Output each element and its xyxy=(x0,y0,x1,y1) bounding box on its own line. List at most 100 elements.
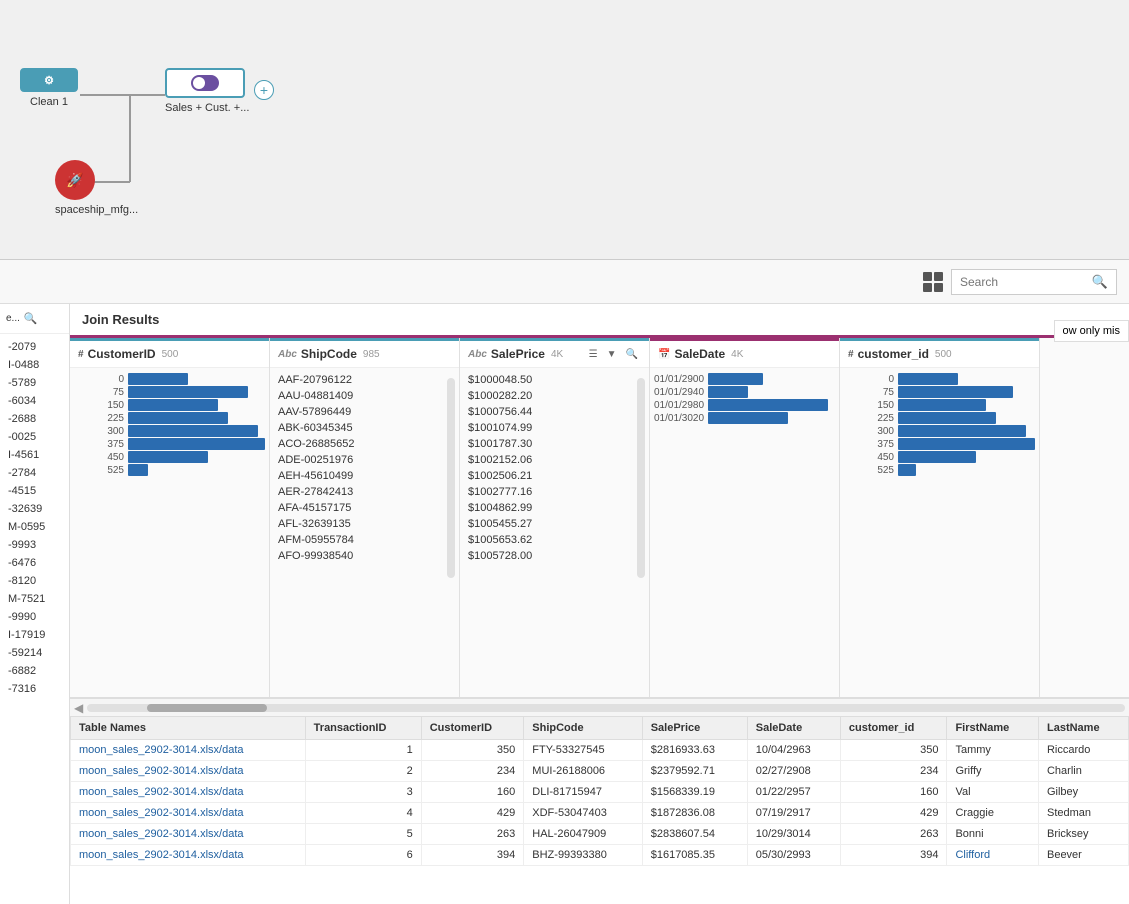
table-cell[interactable]: moon_sales_2902-3014.xlsx/data xyxy=(71,803,306,824)
table-header-transactionid[interactable]: TransactionID xyxy=(305,717,421,740)
table-header-saleprice[interactable]: SalePrice xyxy=(642,717,747,740)
table-cell: 160 xyxy=(840,782,947,803)
col-count-shipcode: 985 xyxy=(363,349,380,360)
table-cell: 10/04/2963 xyxy=(747,740,840,761)
scroll-track[interactable] xyxy=(87,704,1125,712)
table-header-shipcode[interactable]: ShipCode xyxy=(524,717,642,740)
sidebar-item[interactable]: -32639 xyxy=(0,500,69,518)
table-row: moon_sales_2902-3014.xlsx/data4429XDF-53… xyxy=(71,803,1129,824)
col-type-icon-saledate: 📅 xyxy=(658,349,670,360)
table-cell: 01/22/2957 xyxy=(747,782,840,803)
table-cell[interactable]: moon_sales_2902-3014.xlsx/data xyxy=(71,761,306,782)
sidebar-item[interactable]: -6882 xyxy=(0,662,69,680)
sidebar-item[interactable]: -6034 xyxy=(0,392,69,410)
sidebar-item[interactable]: -2079 xyxy=(0,338,69,356)
sidebar-item[interactable]: -4515 xyxy=(0,482,69,500)
sidebar-item[interactable]: -0025 xyxy=(0,428,69,446)
col-count-customerid: 500 xyxy=(162,349,179,360)
sidebar-item[interactable]: -7316 xyxy=(0,680,69,698)
grid-cell-1 xyxy=(923,272,932,281)
sidebar-item[interactable]: M-0595 xyxy=(0,518,69,536)
table-cell: 6 xyxy=(305,845,421,866)
bar-label: 450 xyxy=(74,452,124,463)
table-header-customerid[interactable]: CustomerID xyxy=(421,717,524,740)
table-header-tablenames[interactable]: Table Names xyxy=(71,717,306,740)
table-cell: 1 xyxy=(305,740,421,761)
bar-fill xyxy=(128,438,265,450)
sidebar-item[interactable]: I-4561 xyxy=(0,446,69,464)
col-sort-btn-saleprice[interactable]: ▼ xyxy=(604,348,620,361)
column-card-saledate: 📅SaleDate4K01/01/290001/01/294001/01/298… xyxy=(650,338,840,697)
scroll-left-arrow[interactable]: ◀ xyxy=(74,701,83,715)
table-cell: Stedman xyxy=(1038,803,1128,824)
add-node-button[interactable]: + xyxy=(254,80,274,100)
node-spaceship-label: spaceship_mfg... xyxy=(55,204,138,216)
bar-fill xyxy=(898,425,1026,437)
col-list-item: AFM-05955784 xyxy=(270,532,459,548)
col-list-item: $1002506.21 xyxy=(460,468,649,484)
bar-fill xyxy=(708,386,748,398)
show-only-mis[interactable]: ow only mis xyxy=(1054,320,1129,342)
node-clean1[interactable]: ⚙ Clean 1 xyxy=(20,68,78,108)
data-table-wrap[interactable]: Table NamesTransactionIDCustomerIDShipCo… xyxy=(70,716,1129,904)
sidebar-item[interactable]: I-17919 xyxy=(0,626,69,644)
table-header-lastname[interactable]: LastName xyxy=(1038,717,1128,740)
bar-fill xyxy=(128,451,208,463)
sidebar-item[interactable]: -8120 xyxy=(0,572,69,590)
bar-fill xyxy=(898,464,916,476)
bar-row: 225 xyxy=(74,412,265,424)
table-cell: 4 xyxy=(305,803,421,824)
node-sales-cust[interactable]: Sales + Cust. +... xyxy=(165,68,249,114)
table-cell: Griffy xyxy=(947,761,1039,782)
table-cell: $2816933.63 xyxy=(642,740,747,761)
horizontal-scrollbar[interactable]: ◀ xyxy=(70,698,1129,716)
sidebar-item[interactable]: M-7521 xyxy=(0,590,69,608)
bar-label: 150 xyxy=(844,400,894,411)
sidebar-filter-text: e... xyxy=(6,313,20,324)
bar-row: 0 xyxy=(844,373,1035,385)
col-list-item: AEH-45610499 xyxy=(270,468,459,484)
col-search-btn-saleprice[interactable]: 🔍 xyxy=(623,348,641,361)
sidebar-item[interactable]: -5789 xyxy=(0,374,69,392)
sidebar-item[interactable]: I-0488 xyxy=(0,356,69,374)
sidebar-item[interactable]: -9990 xyxy=(0,608,69,626)
sidebar-item[interactable]: -2688 xyxy=(0,410,69,428)
scroll-indicator-shipcode[interactable] xyxy=(447,378,455,578)
sidebar-item[interactable]: -2784 xyxy=(0,464,69,482)
search-icon: 🔍 xyxy=(1092,274,1108,290)
table-cell: 234 xyxy=(840,761,947,782)
sidebar-item[interactable]: -6476 xyxy=(0,554,69,572)
node-spaceship[interactable]: 🚀 spaceship_mfg... xyxy=(55,160,138,216)
table-cell[interactable]: moon_sales_2902-3014.xlsx/data xyxy=(71,824,306,845)
table-cell[interactable]: moon_sales_2902-3014.xlsx/data xyxy=(71,845,306,866)
table-header-customer_id[interactable]: customer_id xyxy=(840,717,947,740)
bar-row: 01/01/2940 xyxy=(654,386,835,398)
sidebar-search-icon[interactable]: 🔍 xyxy=(24,312,38,325)
table-header-firstname[interactable]: FirstName xyxy=(947,717,1039,740)
col-list-item: $1002777.16 xyxy=(460,484,649,500)
col-filter-btn-saleprice[interactable]: ☰ xyxy=(586,348,601,361)
search-input[interactable] xyxy=(960,275,1092,289)
table-cell[interactable]: moon_sales_2902-3014.xlsx/data xyxy=(71,782,306,803)
table-cell: Bonni xyxy=(947,824,1039,845)
col-list-item: $1000756.44 xyxy=(460,404,649,420)
col-list-item: AFA-45157175 xyxy=(270,500,459,516)
sidebar-item[interactable]: -59214 xyxy=(0,644,69,662)
sidebar-items-list: -2079I-0488-5789-6034-2688-0025I-4561-27… xyxy=(0,334,69,904)
sidebar-item[interactable]: -9993 xyxy=(0,536,69,554)
col-chart-customer_id2: 075150225300375450525 xyxy=(840,368,1039,697)
scroll-thumb[interactable] xyxy=(147,704,267,712)
table-cell: $1617085.35 xyxy=(642,845,747,866)
table-cell: DLI-81715947 xyxy=(524,782,642,803)
col-list-saleprice: $1000048.50$1000282.20$1000756.44$100107… xyxy=(460,368,649,697)
search-box[interactable]: 🔍 xyxy=(951,269,1117,295)
table-cell: MUI-26188006 xyxy=(524,761,642,782)
table-cell[interactable]: moon_sales_2902-3014.xlsx/data xyxy=(71,740,306,761)
table-header-saledate[interactable]: SaleDate xyxy=(747,717,840,740)
table-cell: 10/29/3014 xyxy=(747,824,840,845)
table-row: moon_sales_2902-3014.xlsx/data2234MUI-26… xyxy=(71,761,1129,782)
bar-label: 0 xyxy=(74,374,124,385)
scroll-indicator-saleprice[interactable] xyxy=(637,378,645,578)
table-cell: 3 xyxy=(305,782,421,803)
grid-view-icon[interactable] xyxy=(923,272,943,292)
